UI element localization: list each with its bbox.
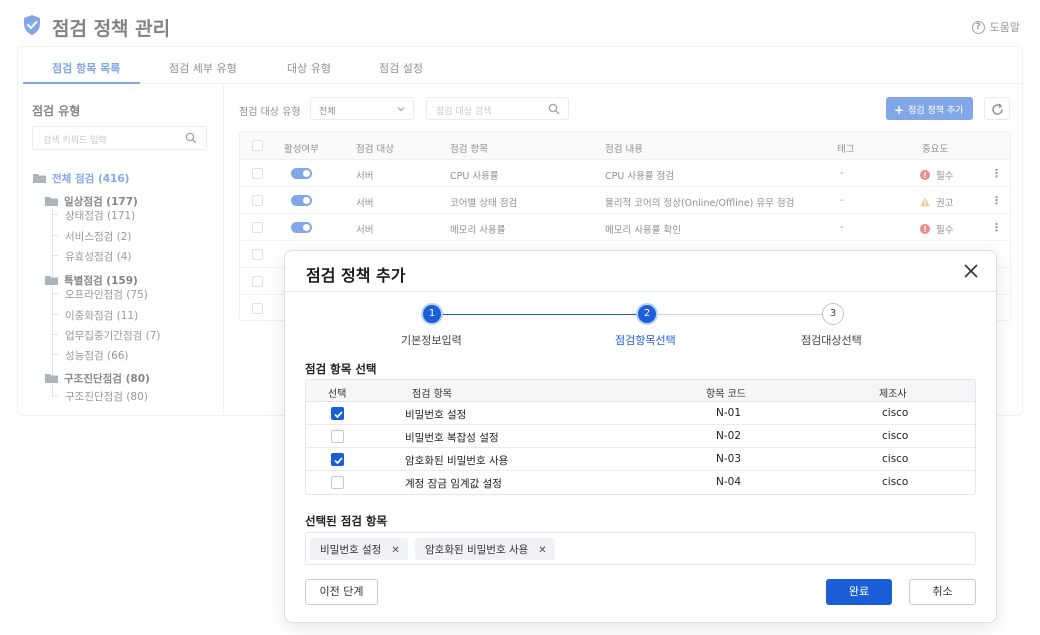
row-checkbox[interactable] bbox=[331, 430, 344, 443]
column-header: 점검 항목 bbox=[412, 389, 452, 400]
close-icon[interactable] bbox=[964, 264, 978, 278]
step-1-label: 기본정보입력 bbox=[401, 334, 462, 347]
table-row[interactable]: 계정 잠금 임계값 설정 N-04 cisco bbox=[306, 471, 975, 494]
selected-chip[interactable]: 암호화된 비밀번호 사용 ✕ bbox=[415, 538, 555, 560]
check-icon bbox=[334, 457, 343, 465]
vendor-cell: cisco bbox=[882, 453, 909, 465]
chip-label: 암호화된 비밀번호 사용 bbox=[425, 544, 529, 556]
remove-chip-icon[interactable]: ✕ bbox=[538, 545, 546, 556]
column-header: 제조사 bbox=[879, 389, 907, 400]
step-3-circle: 3 bbox=[822, 303, 844, 325]
add-policy-modal: 점검 정책 추가 1 2 3 기본정보입력 점검항목선택 점검대상선택 점검 항… bbox=[284, 250, 997, 623]
row-checkbox-checked[interactable] bbox=[331, 453, 344, 466]
table-row[interactable]: 비밀번호 설정 N-01 cisco bbox=[306, 402, 975, 425]
vendor-cell: cisco bbox=[882, 430, 909, 442]
code-cell: N-03 bbox=[716, 453, 742, 465]
item-cell: 계정 잠금 임계값 설정 bbox=[405, 478, 502, 490]
step-1-circle: 1 bbox=[421, 303, 443, 325]
vendor-cell: cisco bbox=[882, 476, 909, 488]
selected-items-title: 선택된 점검 항목 bbox=[305, 514, 388, 528]
item-cell: 비밀번호 설정 bbox=[405, 409, 467, 421]
step-2-label: 점검항목선택 bbox=[615, 334, 676, 347]
table-header: 선택 점검 항목 항목 코드 제조사 bbox=[306, 380, 975, 402]
item-cell: 암호화된 비밀번호 사용 bbox=[405, 455, 509, 467]
check-icon bbox=[334, 411, 343, 419]
column-header: 항목 코드 bbox=[706, 389, 746, 400]
row-checkbox[interactable] bbox=[331, 476, 344, 489]
chip-label: 비밀번호 설정 bbox=[320, 544, 382, 556]
row-checkbox-checked[interactable] bbox=[331, 407, 344, 420]
selected-chip[interactable]: 비밀번호 설정 ✕ bbox=[310, 538, 408, 560]
step-connector bbox=[658, 314, 822, 315]
code-cell: N-02 bbox=[716, 430, 742, 442]
modal-divider bbox=[285, 291, 996, 292]
modal-title: 점검 정책 추가 bbox=[306, 266, 406, 285]
cancel-button[interactable]: 취소 bbox=[909, 579, 976, 605]
column-header: 선택 bbox=[328, 389, 347, 400]
vendor-cell: cisco bbox=[882, 407, 909, 419]
code-cell: N-04 bbox=[716, 476, 742, 488]
step-2-circle: 2 bbox=[636, 303, 658, 325]
step-connector bbox=[442, 314, 636, 315]
remove-chip-icon[interactable]: ✕ bbox=[391, 545, 399, 556]
item-cell: 비밀번호 복잡성 설정 bbox=[405, 432, 499, 444]
table-row[interactable]: 암호화된 비밀번호 사용 N-03 cisco bbox=[306, 448, 975, 471]
code-cell: N-01 bbox=[716, 407, 742, 419]
step-3-label: 점검대상선택 bbox=[801, 334, 862, 347]
prev-step-button[interactable]: 이전 단계 bbox=[305, 579, 378, 605]
selected-items-box: 비밀번호 설정 ✕ 암호화된 비밀번호 사용 ✕ bbox=[305, 532, 976, 565]
item-select-table: 선택 점검 항목 항목 코드 제조사 비밀번호 설정 N-01 cisco 비밀… bbox=[305, 379, 976, 495]
done-button[interactable]: 완료 bbox=[826, 579, 892, 605]
table-row[interactable]: 비밀번호 복잡성 설정 N-02 cisco bbox=[306, 425, 975, 448]
section-title: 점검 항목 선택 bbox=[305, 362, 377, 376]
